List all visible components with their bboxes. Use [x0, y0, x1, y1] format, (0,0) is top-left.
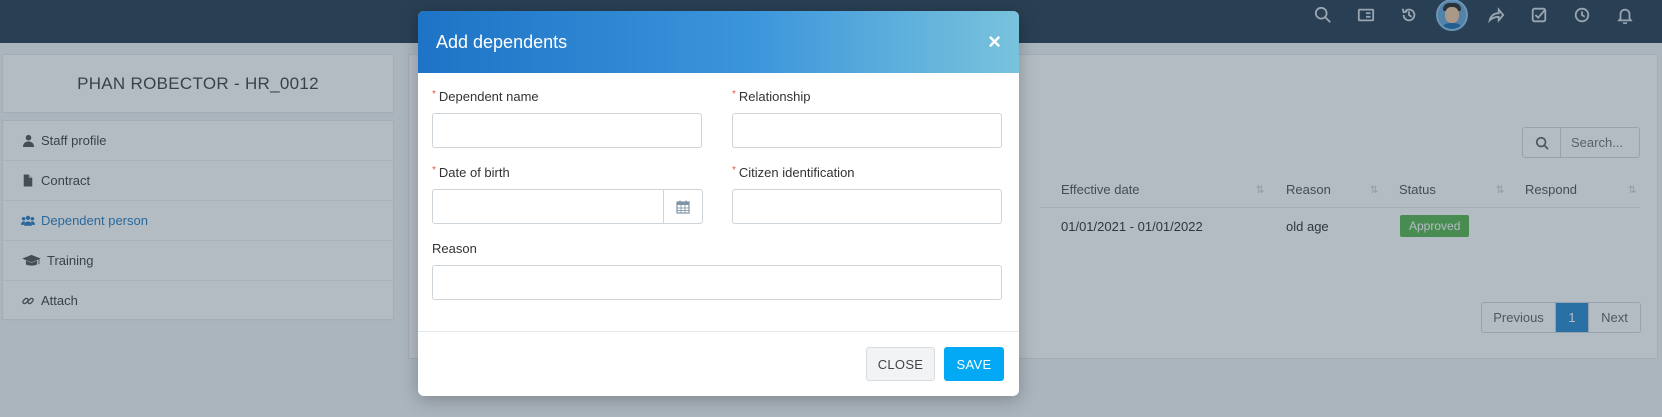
- add-dependents-modal: Add dependents × * Dependent name * Relati…: [418, 11, 1019, 396]
- dependent-name-label: * Dependent name: [432, 89, 539, 104]
- dependent-name-label-text: Dependent name: [438, 89, 539, 104]
- required-mark: *: [732, 89, 736, 100]
- modal-title: Add dependents: [436, 31, 568, 52]
- required-mark: *: [432, 89, 436, 100]
- date-of-birth-input[interactable]: [432, 189, 664, 224]
- citizen-identification-label: * Citizen identification: [732, 165, 855, 180]
- reason-label: Reason: [432, 241, 477, 256]
- close-icon[interactable]: ×: [988, 31, 1001, 53]
- close-button[interactable]: CLOSE: [866, 347, 935, 381]
- relationship-label: * Relationship: [732, 89, 810, 104]
- reason-input[interactable]: [432, 265, 1002, 300]
- date-of-birth-label-text: Date of birth: [438, 165, 510, 180]
- reason-label-text: Reason: [432, 241, 477, 256]
- citizen-identification-label-text: Citizen identification: [738, 165, 855, 180]
- modal-footer-divider: [418, 331, 1019, 332]
- dependent-name-input[interactable]: [432, 113, 702, 148]
- relationship-label-text: Relationship: [738, 89, 811, 104]
- required-mark: *: [732, 165, 736, 176]
- citizen-identification-input[interactable]: [732, 189, 1002, 224]
- save-button[interactable]: SAVE: [944, 347, 1004, 381]
- calendar-icon: [676, 200, 690, 214]
- modal-header: Add dependents ×: [418, 11, 1019, 73]
- calendar-button[interactable]: [664, 189, 703, 224]
- required-mark: *: [432, 165, 436, 176]
- relationship-input[interactable]: [732, 113, 1002, 148]
- date-of-birth-label: * Date of birth: [432, 165, 510, 180]
